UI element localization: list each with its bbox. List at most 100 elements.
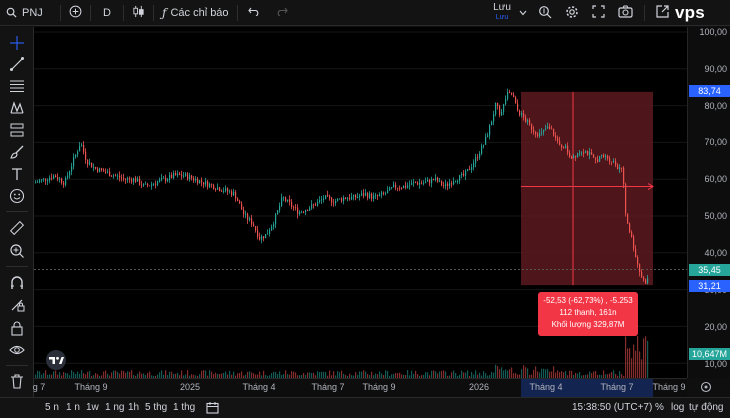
trend-line-icon[interactable] bbox=[9, 56, 25, 72]
candle-body bbox=[543, 129, 545, 133]
indicators-button[interactable]: ƒ Các chỉ báo bbox=[156, 0, 235, 26]
volume-bar bbox=[595, 370, 597, 378]
x-tick: Tháng 4 bbox=[529, 382, 563, 392]
candle-body bbox=[109, 171, 111, 177]
redo-button[interactable] bbox=[268, 0, 296, 26]
symbol-search[interactable]: PNJ bbox=[0, 0, 58, 26]
candle-body bbox=[231, 191, 233, 196]
divider bbox=[6, 365, 28, 366]
range-1day[interactable]: 1 ng bbox=[105, 402, 124, 413]
zoom-in-icon[interactable] bbox=[9, 243, 25, 259]
candle-body bbox=[457, 180, 459, 182]
volume-bar bbox=[411, 370, 413, 378]
volume-bar bbox=[431, 370, 433, 378]
candle-body bbox=[49, 177, 51, 181]
crosshair-icon[interactable] bbox=[9, 35, 25, 51]
fullscreen-button[interactable] bbox=[588, 0, 609, 26]
candle-body bbox=[447, 183, 449, 186]
trash-icon[interactable] bbox=[9, 373, 25, 389]
volume-bar bbox=[635, 350, 637, 378]
volume-bar bbox=[467, 370, 469, 378]
lock-drawing-icon[interactable] bbox=[9, 297, 25, 313]
candle-body bbox=[219, 187, 221, 191]
volume-bar bbox=[441, 370, 443, 378]
save-button[interactable]: Lưu Lưu bbox=[488, 3, 516, 23]
candle-body bbox=[313, 204, 315, 206]
range-1w[interactable]: 1w bbox=[86, 402, 99, 413]
candle-body bbox=[57, 177, 59, 180]
price-axis[interactable]: 100,00 90,00 80,00 70,00 60,00 50,00 40,… bbox=[687, 27, 730, 378]
drawing-toolbar bbox=[0, 27, 34, 397]
candle-body bbox=[255, 226, 257, 231]
save-menu-button[interactable] bbox=[516, 0, 530, 26]
candle-body bbox=[429, 179, 431, 184]
text-icon[interactable] bbox=[9, 166, 25, 182]
measure-icon[interactable] bbox=[9, 122, 25, 138]
candle-body bbox=[191, 175, 193, 179]
divider bbox=[60, 4, 61, 21]
candle-body bbox=[537, 134, 539, 137]
range-5m[interactable]: 5 thg bbox=[145, 402, 167, 413]
brush-icon[interactable] bbox=[9, 144, 25, 160]
magnet-icon[interactable] bbox=[9, 275, 25, 291]
candle-body bbox=[41, 179, 43, 181]
lock-icon[interactable] bbox=[9, 320, 25, 336]
volume-bar bbox=[543, 368, 545, 378]
candle-body bbox=[147, 183, 149, 186]
chart-type-button[interactable] bbox=[126, 0, 151, 26]
volume-bar bbox=[291, 371, 293, 378]
volume-bar bbox=[71, 370, 73, 378]
candle-body bbox=[43, 178, 45, 180]
emoji-icon[interactable] bbox=[9, 188, 25, 204]
interval-button[interactable]: D bbox=[93, 0, 121, 26]
pattern-icon[interactable] bbox=[9, 100, 25, 116]
candle-body bbox=[131, 179, 133, 182]
eye-icon[interactable] bbox=[9, 342, 25, 358]
candle-body bbox=[487, 135, 489, 137]
candle-body bbox=[115, 175, 117, 177]
calendar-icon bbox=[206, 402, 219, 417]
volume-bar bbox=[557, 370, 559, 378]
screenshot-button[interactable] bbox=[614, 0, 637, 26]
candle-body bbox=[287, 199, 289, 202]
log-toggle[interactable]: log bbox=[671, 402, 684, 413]
indicators-label: Các chỉ báo bbox=[170, 6, 229, 19]
volume-bar bbox=[495, 364, 497, 378]
range-1h[interactable]: 1h bbox=[128, 402, 139, 413]
compare-button[interactable] bbox=[63, 0, 88, 26]
popout-button[interactable] bbox=[652, 0, 673, 26]
external-link-icon bbox=[656, 5, 669, 21]
range-5d[interactable]: 5 n bbox=[45, 402, 59, 413]
quick-search-button[interactable] bbox=[534, 0, 556, 26]
percent-toggle[interactable]: % bbox=[655, 402, 664, 413]
candle-body bbox=[263, 236, 265, 239]
volume-bar bbox=[569, 370, 571, 378]
fib-retracement-icon[interactable] bbox=[9, 78, 25, 94]
undo-button[interactable] bbox=[240, 0, 268, 26]
time-axis[interactable]: g 7 Tháng 9 2025 Tháng 4 Tháng 7 Tháng 9… bbox=[33, 378, 687, 398]
candle-body bbox=[267, 233, 269, 235]
auto-scale-toggle[interactable]: tự động bbox=[689, 402, 724, 413]
volume-bar bbox=[161, 370, 163, 378]
candle-body bbox=[401, 188, 403, 189]
volume-bar bbox=[329, 370, 331, 378]
candle-body bbox=[507, 92, 509, 99]
ruler-icon[interactable] bbox=[9, 220, 25, 236]
current-price-label: 35,45 bbox=[689, 264, 730, 276]
candle-body bbox=[163, 177, 165, 179]
tradingview-logo[interactable] bbox=[43, 350, 69, 370]
axis-settings-button[interactable] bbox=[700, 381, 712, 396]
candle-body bbox=[71, 166, 73, 172]
settings-button[interactable] bbox=[561, 0, 583, 26]
save-sub-label: Lưu bbox=[495, 14, 509, 21]
range-1d[interactable]: 1 n bbox=[66, 402, 80, 413]
y-tick: 90,00 bbox=[704, 64, 727, 74]
clock-time[interactable]: 15:38:50 (UTC+7) bbox=[572, 402, 652, 413]
go-to-date-button[interactable] bbox=[206, 401, 219, 417]
candle-body bbox=[323, 198, 325, 200]
volume-bar bbox=[333, 371, 335, 378]
candle-body bbox=[413, 182, 415, 183]
volume-bar bbox=[637, 335, 639, 378]
range-1m[interactable]: 1 thg bbox=[173, 402, 195, 413]
volume-bar bbox=[379, 371, 381, 378]
